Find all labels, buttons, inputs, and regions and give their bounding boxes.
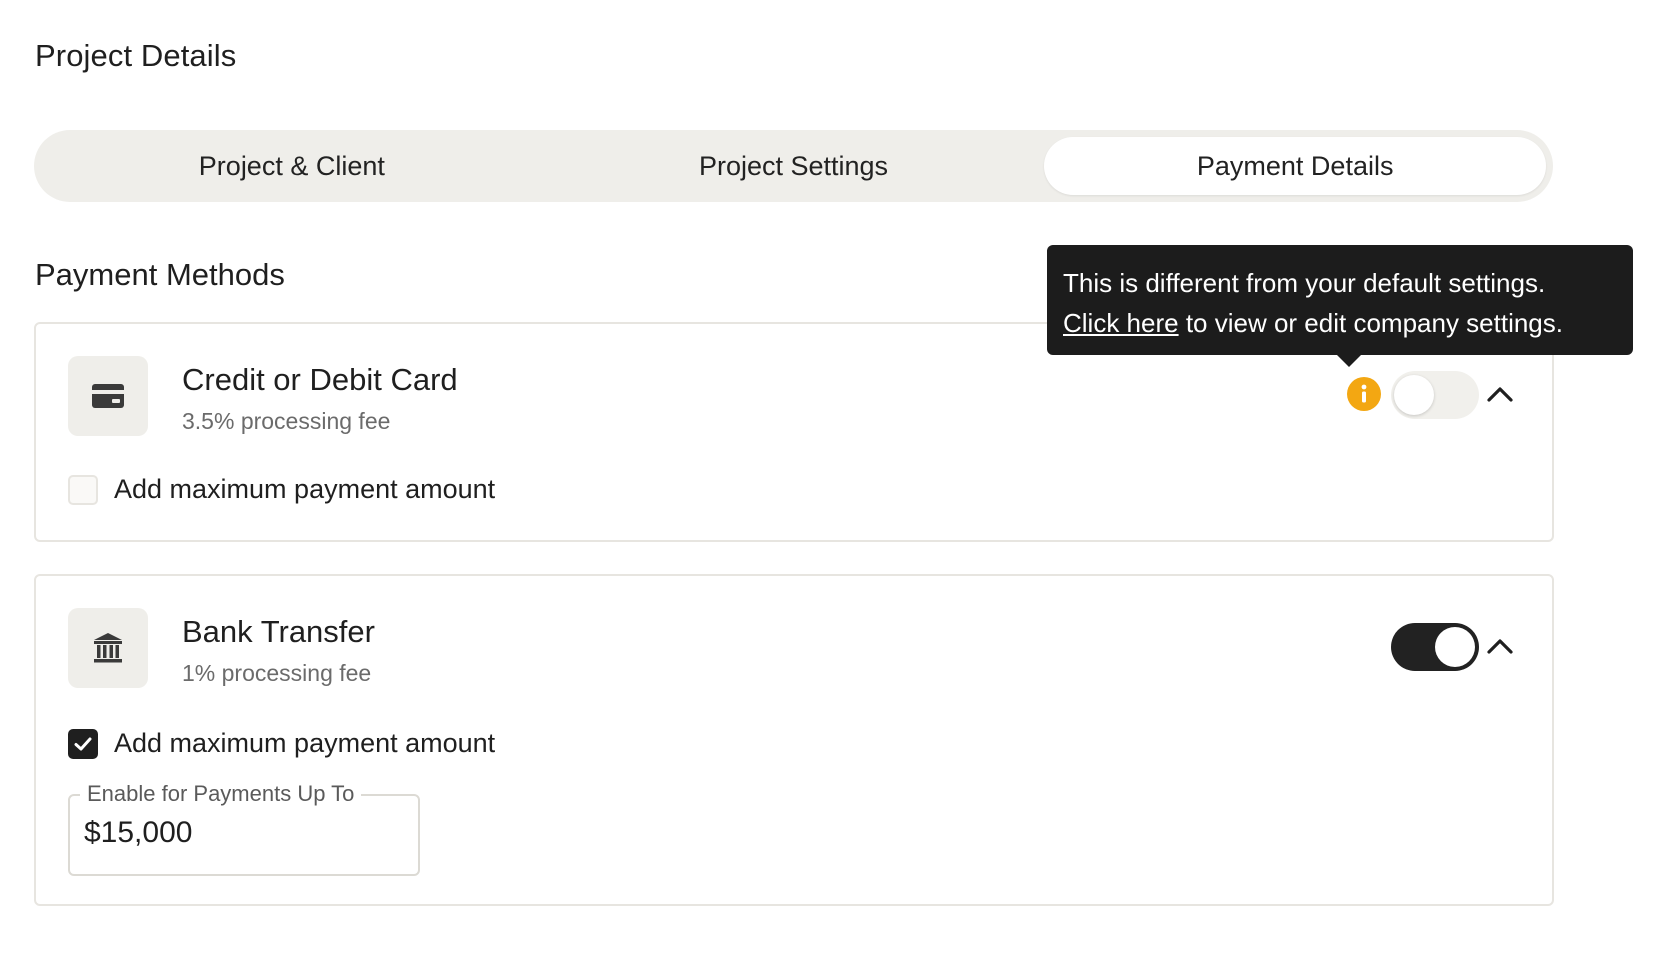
tooltip-line-2-text: to view or edit company settings. [1178,308,1563,338]
method-name: Credit or Debit Card [182,362,458,397]
warning-info-icon[interactable] [1347,377,1381,411]
bank-icon [68,608,148,688]
max-amount-checkbox-label: Add maximum payment amount [114,728,496,758]
company-settings-link[interactable]: Click here [1063,308,1179,338]
bank-transfer-enable-toggle[interactable] [1391,623,1479,671]
tab-project-client[interactable]: Project & Client [41,137,543,195]
page-title: Project Details [35,38,237,73]
payment-methods-heading: Payment Methods [35,257,285,292]
max-amount-checkbox-row[interactable]: Add maximum payment amount [68,474,495,505]
checkmark-icon [74,737,92,750]
payment-method-card-credit: Credit or Debit Card 3.5% processing fee… [34,322,1554,542]
max-amount-checkbox[interactable] [68,728,98,759]
method-fee: 1% processing fee [182,660,372,686]
max-payment-amount-input[interactable] [84,816,404,850]
chevron-up-icon[interactable] [1483,377,1517,411]
max-payment-amount-field: Enable for Payments Up To [68,781,420,876]
tooltip-line-1: This is different from your default sett… [1063,268,1546,298]
chevron-up-icon[interactable] [1483,629,1517,663]
max-amount-checkbox-label: Add maximum payment amount [114,474,496,504]
tooltip-line-2: Click here to view or edit company setti… [1063,303,1617,343]
settings-difference-tooltip: This is different from your default sett… [1047,245,1633,367]
max-amount-checkbox-row[interactable]: Add maximum payment amount [68,728,495,759]
page: Project Details Project & Client Project… [0,0,1680,954]
tab-bar: Project & Client Project Settings Paymen… [34,130,1553,202]
method-fee: 3.5% processing fee [182,408,391,434]
toggle-knob [1394,375,1434,415]
credit-card-enable-toggle[interactable] [1391,371,1479,419]
max-payment-amount-label: Enable for Payments Up To [80,781,362,807]
method-name: Bank Transfer [182,614,375,649]
payment-method-card-bank: Bank Transfer 1% processing fee Add maxi… [34,574,1554,906]
max-amount-checkbox[interactable] [68,474,98,505]
toggle-knob [1435,627,1475,667]
tab-project-settings[interactable]: Project Settings [543,137,1045,195]
tab-payment-details[interactable]: Payment Details [1044,137,1547,195]
credit-card-icon [68,356,148,436]
